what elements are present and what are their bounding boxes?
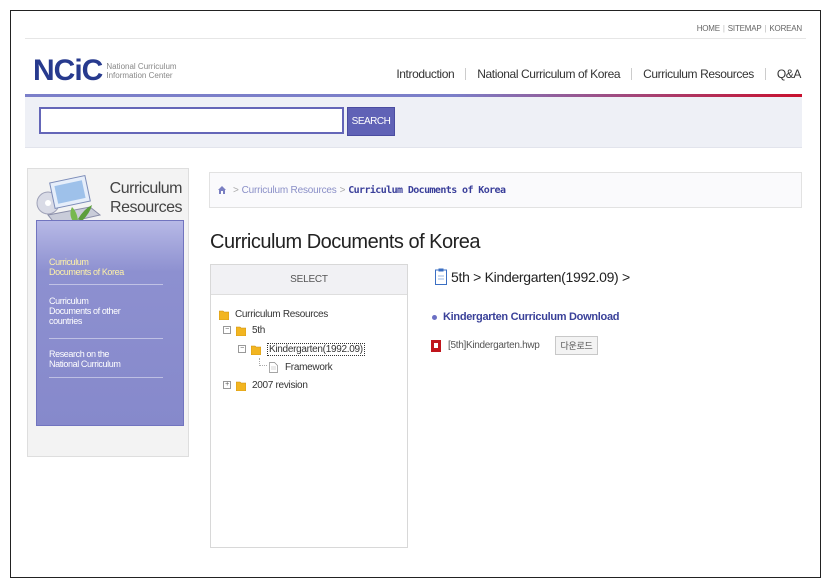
sidebar-item-label: Research on the xyxy=(49,349,110,359)
tree-node-2007[interactable]: + 2007 revision xyxy=(223,378,308,392)
download-section-title: Kindergarten Curriculum Download xyxy=(432,311,620,323)
sitemap-link[interactable]: SITEMAP xyxy=(728,24,762,33)
file-row: [5th]Kindergarten.hwp 다운로드 xyxy=(431,336,599,355)
logo-line-1: National Curriculum xyxy=(106,62,177,71)
divider xyxy=(49,377,163,378)
collapse-icon[interactable]: − xyxy=(223,326,231,334)
logo-line-2: Information Center xyxy=(106,71,173,80)
folder-icon xyxy=(236,326,246,336)
sidebar-item-label: Documents of other xyxy=(49,306,121,316)
sidebar: Curriculum Resources Curriculum Document… xyxy=(27,168,189,457)
sidebar-item-label: Curriculum xyxy=(49,257,89,267)
file-name-link[interactable]: [5th]Kindergarten.hwp xyxy=(448,340,540,351)
sidebar-item-label: Curriculum xyxy=(49,296,89,306)
folder-icon xyxy=(251,345,261,355)
tree-connector xyxy=(259,358,267,366)
nav-national-curriculum[interactable]: National Curriculum of Korea xyxy=(465,68,631,80)
divider xyxy=(49,284,163,285)
tree-node-framework[interactable]: Framework xyxy=(269,360,333,374)
download-button[interactable]: 다운로드 xyxy=(554,336,599,355)
bullet-icon xyxy=(432,314,437,320)
divider xyxy=(49,338,163,339)
tree-node-label: Curriculum Resources xyxy=(235,308,328,320)
sidebar-item-documents-other-countries[interactable]: Curriculum Documents of other countries xyxy=(49,296,157,326)
sidebar-menu: Curriculum Documents of Korea Curriculum… xyxy=(36,220,184,426)
hwp-file-icon xyxy=(431,339,441,352)
tree-panel: SELECT Curriculum Resources − 5th − Kind… xyxy=(210,264,408,548)
sidebar-item-research[interactable]: Research on the National Curriculum xyxy=(49,349,157,369)
nav-curriculum-resources[interactable]: Curriculum Resources xyxy=(631,68,765,80)
tree-node-5th[interactable]: − 5th xyxy=(223,323,265,337)
sidebar-title-line-1: Curriculum xyxy=(109,180,183,197)
page-frame: HOME | SITEMAP | KOREAN NCiC National Curric… xyxy=(10,10,821,578)
sidebar-title-line-2: Resources xyxy=(110,199,182,216)
detail-path-text: 5th > Kindergarten(1992.09) > xyxy=(451,268,630,285)
tree-node-label: Kindergarten(1992.09) xyxy=(267,342,365,356)
breadcrumb: > Curriculum Resources > Curriculum Docu… xyxy=(209,172,802,208)
download-title-text: Kindergarten Curriculum Download xyxy=(443,311,620,323)
nav-qna[interactable]: Q&A xyxy=(764,68,812,80)
breadcrumb-current: Curriculum Documents of Korea xyxy=(348,184,506,196)
tree-node-root[interactable]: Curriculum Resources xyxy=(219,307,328,321)
tree-node-label: 5th xyxy=(252,324,266,336)
main-nav: Introduction National Curriculum of Kore… xyxy=(385,68,812,80)
search-button[interactable]: SEARCH xyxy=(347,107,395,136)
breadcrumb-parent[interactable]: Curriculum Resources xyxy=(242,185,337,196)
folder-icon xyxy=(236,381,246,391)
tree-node-label: Framework xyxy=(285,361,333,373)
logo-subtitle: National Curriculum Information Center xyxy=(106,62,176,80)
logo-mark: NCiC xyxy=(33,54,103,87)
collapse-icon[interactable]: − xyxy=(238,345,246,353)
site-logo[interactable]: NCiC National Curriculum Information Cen… xyxy=(33,54,177,87)
nav-introduction[interactable]: Introduction xyxy=(385,68,465,80)
search-input[interactable] xyxy=(39,107,344,134)
home-icon[interactable] xyxy=(218,186,226,194)
page-title: Curriculum Documents of Korea xyxy=(210,231,481,253)
sidebar-title: Curriculum Resources xyxy=(109,179,183,217)
sidebar-item-label: Documents of Korea xyxy=(49,267,124,277)
tree-node-label: 2007 revision xyxy=(252,379,308,391)
detail-path: 5th > Kindergarten(1992.09) > xyxy=(435,268,630,285)
sidebar-item-label: National Curriculum xyxy=(49,359,121,369)
home-link[interactable]: HOME xyxy=(697,24,720,33)
divider xyxy=(25,38,806,39)
sidebar-item-label: countries xyxy=(49,316,82,326)
tree-node-kindergarten[interactable]: − Kindergarten(1992.09) xyxy=(238,342,365,356)
korean-link[interactable]: KOREAN xyxy=(769,24,802,33)
expand-icon[interactable]: + xyxy=(223,381,231,389)
document-icon xyxy=(269,361,278,373)
sidebar-header: Curriculum Resources xyxy=(28,169,190,226)
sidebar-item-documents-of-korea[interactable]: Curriculum Documents of Korea xyxy=(49,257,157,277)
folder-icon xyxy=(219,310,229,320)
clipboard-icon xyxy=(435,268,447,285)
utility-links: HOME | SITEMAP | KOREAN xyxy=(696,24,802,33)
tree-header: SELECT xyxy=(211,265,407,295)
